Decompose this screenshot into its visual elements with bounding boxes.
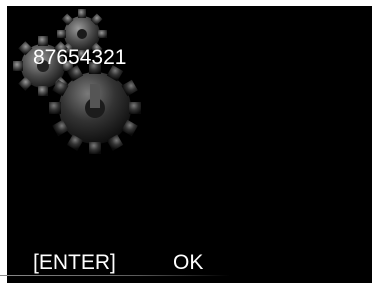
softkey-underline (0, 275, 230, 276)
gears-icon (13, 9, 141, 154)
enter-softkey[interactable]: [ENTER] (33, 252, 116, 273)
display-value: 87654321 (33, 46, 127, 69)
device-screen: 87654321 [ENTER] OK (7, 6, 372, 283)
ok-softkey[interactable]: OK (173, 252, 203, 273)
